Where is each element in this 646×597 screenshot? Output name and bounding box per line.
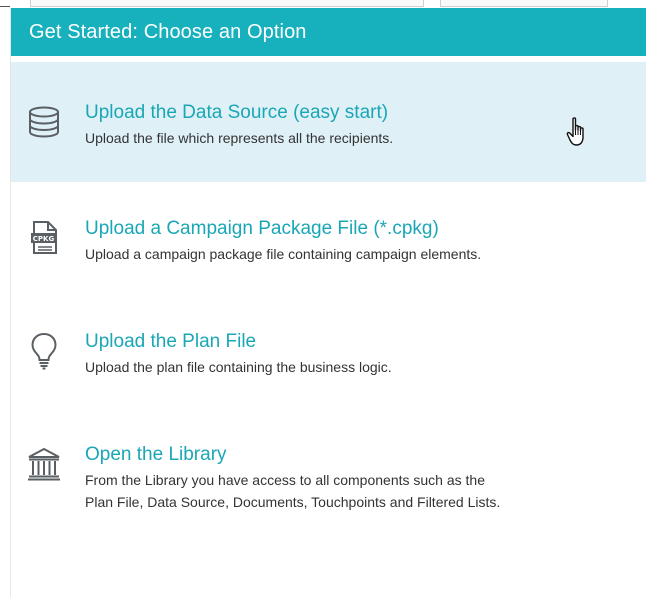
option-description: Upload the file which represents all the… (85, 130, 394, 146)
background-toolbar-left (30, 0, 424, 7)
hand-pointer-cursor-icon (566, 116, 590, 148)
library-icon (25, 444, 63, 484)
window-top-strip (0, 0, 646, 8)
option-description: Upload the plan file containing the busi… (85, 359, 392, 375)
option-title[interactable]: Upload the Data Source (easy start) (85, 102, 393, 124)
panel-header: Get Started: Choose an Option (11, 8, 646, 56)
background-toolbar-right (440, 0, 608, 7)
lightbulb-icon (25, 331, 63, 371)
option-upload-campaign-package[interactable]: CPKG Upload a Campaign Package File (*.c… (11, 182, 646, 295)
options-list: Upload the Data Source (easy start) Uplo… (11, 62, 646, 538)
get-started-panel: Get Started: Choose an Option Upload the… (10, 8, 646, 597)
option-text: Open the Library From the Library you ha… (85, 444, 500, 513)
option-title[interactable]: Upload the Plan File (85, 331, 392, 353)
option-upload-plan-file[interactable]: Upload the Plan File Upload the plan fil… (11, 295, 646, 408)
cpkg-file-icon: CPKG (25, 218, 63, 258)
option-description-line-1: From the Library you have access to all … (85, 472, 485, 488)
cpkg-icon-label: CPKG (33, 235, 55, 243)
option-open-library[interactable]: Open the Library From the Library you ha… (11, 408, 646, 538)
option-description-line-2: Plan File, Data Source, Documents, Touch… (85, 494, 501, 510)
option-text: Upload the Data Source (easy start) Uplo… (85, 102, 393, 149)
option-text: Upload the Plan File Upload the plan fil… (85, 331, 392, 378)
panel-title: Get Started: Choose an Option (29, 20, 307, 43)
option-title[interactable]: Open the Library (85, 444, 500, 466)
option-description: Upload a campaign package file containin… (85, 246, 482, 262)
database-icon (25, 102, 63, 142)
window-edge (0, 6, 10, 7)
option-title[interactable]: Upload a Campaign Package File (*.cpkg) (85, 218, 481, 240)
option-upload-data-source[interactable]: Upload the Data Source (easy start) Uplo… (11, 62, 646, 182)
option-text: Upload a Campaign Package File (*.cpkg) … (85, 218, 481, 265)
